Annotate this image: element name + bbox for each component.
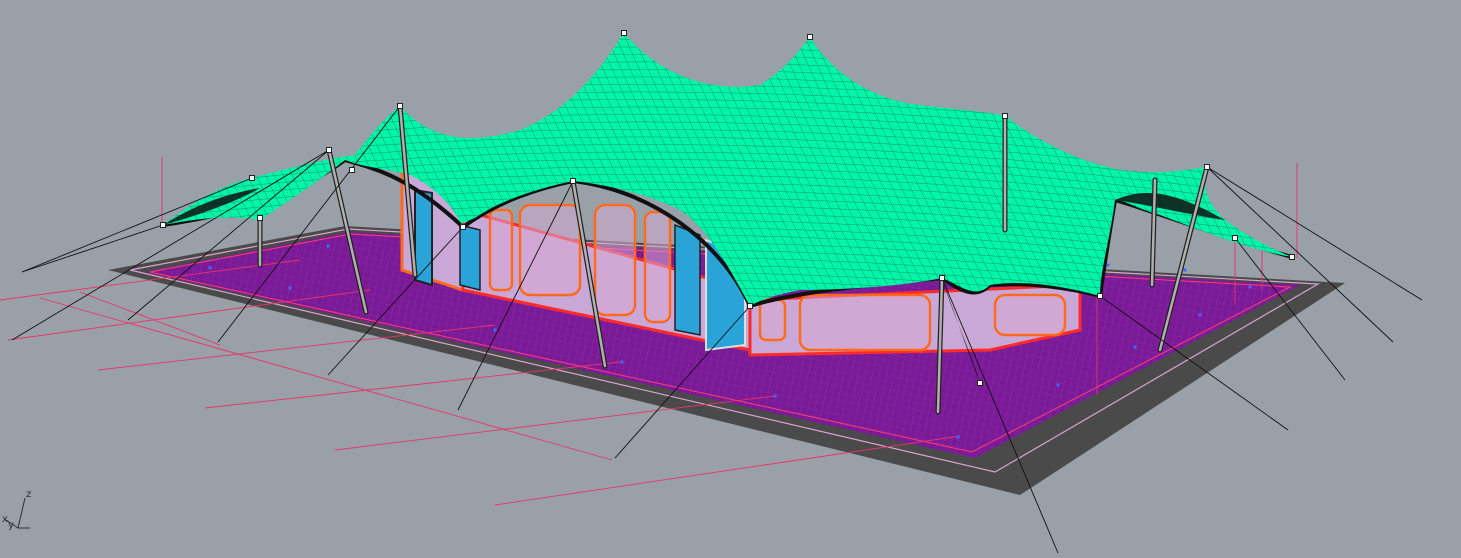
deck-point-2 [288, 286, 292, 290]
axis-label-y: y [8, 520, 14, 531]
door-glass-panel-2 [459, 224, 481, 291]
control-point-1[interactable] [621, 30, 627, 36]
control-point-2[interactable] [807, 34, 813, 40]
control-point-18[interactable] [349, 167, 355, 173]
deck-point-10 [1198, 313, 1202, 317]
deck-point-8 [1056, 383, 1060, 387]
control-point-8[interactable] [1204, 164, 1210, 170]
axis-label-z: z [26, 489, 32, 500]
door-glass-panel-3 [674, 223, 701, 336]
deck-point-11 [1248, 285, 1252, 289]
deck-point-5 [620, 360, 624, 364]
control-point-14[interactable] [1097, 293, 1103, 299]
control-point-3[interactable] [397, 103, 403, 109]
deck-point-4 [493, 328, 497, 332]
control-point-5[interactable] [249, 175, 255, 181]
control-point-13[interactable] [939, 275, 945, 281]
control-point-6[interactable] [326, 147, 332, 153]
deck-point-13 [1106, 263, 1110, 267]
control-point-7[interactable] [570, 178, 576, 184]
control-point-16[interactable] [1289, 254, 1295, 260]
control-point-11[interactable] [257, 215, 263, 221]
control-point-4[interactable] [1002, 113, 1008, 119]
control-point-10[interactable] [460, 224, 466, 230]
control-point-9[interactable] [160, 222, 166, 228]
deck-point-7 [956, 435, 960, 439]
deck-point-12 [1183, 268, 1187, 272]
deck-point-9 [1133, 345, 1137, 349]
control-point-17[interactable] [977, 380, 983, 386]
deck-point-1 [208, 266, 212, 270]
rhino-perspective-viewport[interactable]: z x y [0, 0, 1461, 558]
control-point-12[interactable] [747, 303, 753, 309]
deck-point-3 [326, 244, 330, 248]
control-point-15[interactable] [1232, 235, 1238, 241]
deck-point-6 [773, 394, 777, 398]
